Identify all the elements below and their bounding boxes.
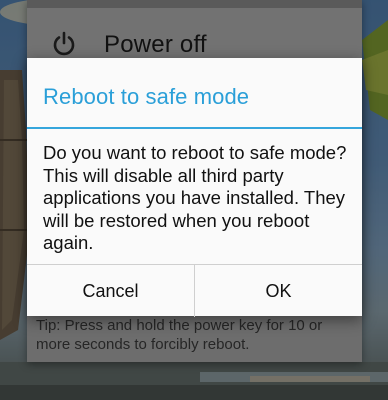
ok-button[interactable]: OK [195,265,362,317]
dialog-title: Reboot to safe mode [43,84,250,109]
dialog-message: Do you want to reboot to safe mode? This… [43,142,347,254]
title-divider [27,127,362,129]
menu-top-strip [27,0,362,8]
cancel-button[interactable]: Cancel [27,265,194,317]
reboot-tip: Tip: Press and hold the power key for 10… [36,317,323,353]
safe-mode-dialog: Reboot to safe mode Do you want to reboo… [27,58,362,317]
dialog-button-bar: Cancel OK [27,264,362,317]
power-icon [50,30,78,58]
power-off-label: Power off [104,31,207,58]
